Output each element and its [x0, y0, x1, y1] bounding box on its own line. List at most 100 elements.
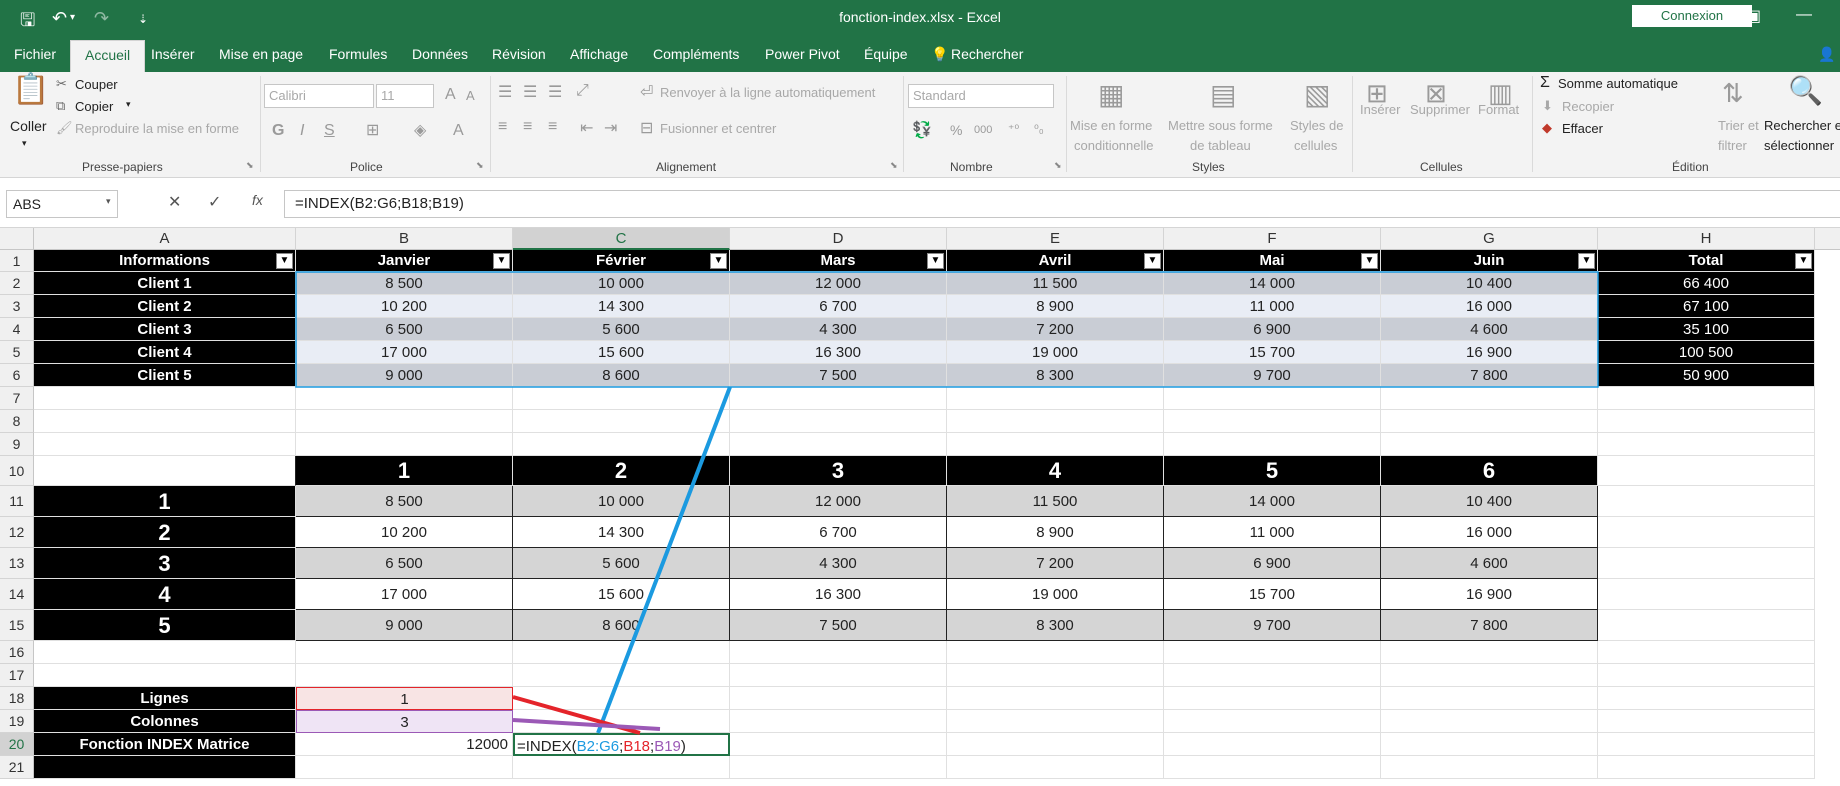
minimize-icon[interactable]: —	[1796, 6, 1812, 24]
data-cell[interactable]: 16 000	[1381, 295, 1598, 318]
data-cell[interactable]: 6 900	[1164, 318, 1381, 341]
data-cell[interactable]: 8 500	[296, 486, 513, 517]
column-header-e[interactable]: E	[947, 228, 1164, 250]
cell[interactable]	[730, 410, 947, 433]
table-header-cell[interactable]: Janvier	[296, 250, 513, 272]
cancel-icon[interactable]: ✕	[168, 192, 181, 212]
font-size-select[interactable]: 11	[376, 84, 434, 108]
data-cell[interactable]: 5 600	[513, 548, 730, 579]
data-cell[interactable]: 15 600	[513, 341, 730, 364]
cell[interactable]	[1598, 517, 1815, 548]
dialog-launcher-icon[interactable]: ⬊	[1054, 160, 1062, 171]
increase-decimal-icon[interactable]: ⁺⁰	[1008, 122, 1019, 136]
cell[interactable]	[1598, 548, 1815, 579]
filter-dropdown-icon[interactable]: ▼	[710, 253, 727, 269]
data-cell[interactable]: 4 600	[1381, 548, 1598, 579]
cell[interactable]	[1164, 710, 1381, 733]
data-cell[interactable]: 9 700	[1164, 610, 1381, 641]
cell[interactable]	[1381, 756, 1598, 779]
row-header[interactable]: 11	[0, 486, 34, 517]
number-format-select[interactable]: Standard	[908, 84, 1054, 108]
format-button[interactable]: Format	[1478, 102, 1519, 117]
conditional-format-icon[interactable]: ▦	[1098, 78, 1124, 111]
select-all-corner[interactable]	[0, 228, 34, 250]
column-header-f[interactable]: F	[1164, 228, 1381, 250]
data-cell[interactable]: 14 000	[1164, 272, 1381, 295]
cell[interactable]	[513, 710, 730, 733]
mise-en-forme-button-line2[interactable]: conditionnelle	[1074, 138, 1154, 153]
cell[interactable]	[296, 387, 513, 410]
cell[interactable]	[730, 387, 947, 410]
cell[interactable]	[34, 410, 296, 433]
inserer-button[interactable]: Insérer	[1360, 102, 1400, 117]
cell[interactable]	[513, 410, 730, 433]
data-cell[interactable]: 11 000	[1164, 295, 1381, 318]
tab-formules[interactable]: Formules	[329, 46, 387, 62]
align-right-icon[interactable]: ≡	[548, 118, 557, 136]
cell[interactable]	[1598, 579, 1815, 610]
column-header-a[interactable]: A	[34, 228, 296, 250]
cell[interactable]	[1164, 687, 1381, 710]
cell[interactable]	[1598, 610, 1815, 641]
search-tell-me[interactable]: Rechercher	[951, 46, 1023, 62]
colonnes-input[interactable]: 3	[296, 710, 513, 733]
row-header[interactable]: 12	[0, 517, 34, 548]
cell[interactable]	[1598, 687, 1815, 710]
data-cell[interactable]: 6 500	[296, 318, 513, 341]
row-header[interactable]: 19	[0, 710, 34, 733]
row-index-cell[interactable]: 4	[34, 579, 296, 610]
row-index-cell[interactable]: 5	[34, 610, 296, 641]
cell[interactable]	[296, 410, 513, 433]
data-cell[interactable]: 16 000	[1381, 517, 1598, 548]
row-header[interactable]: 20	[0, 733, 34, 756]
dialog-launcher-icon[interactable]: ⬊	[246, 160, 254, 171]
cell[interactable]	[730, 687, 947, 710]
worksheet-grid[interactable]: ABCDEFGH 1 2 3 4 5 6 7 8 9 10 11 12 13 14 15 16 17 18 19 20…	[0, 228, 1840, 786]
cell[interactable]	[730, 733, 947, 756]
cell[interactable]	[1598, 733, 1815, 756]
cell[interactable]	[1164, 756, 1381, 779]
table-header-cell[interactable]: Février	[513, 250, 730, 272]
row-header[interactable]: 13	[0, 548, 34, 579]
data-cell[interactable]: 6 900	[1164, 548, 1381, 579]
data-cell[interactable]: 100 500	[1598, 341, 1815, 364]
cell[interactable]	[1164, 410, 1381, 433]
tab-donnees[interactable]: Données	[412, 46, 468, 62]
data-cell[interactable]: 5 600	[513, 318, 730, 341]
data-cell[interactable]: 12 000	[730, 272, 947, 295]
data-cell[interactable]: 50 900	[1598, 364, 1815, 387]
data-cell[interactable]: 15 600	[513, 579, 730, 610]
cell[interactable]	[513, 756, 730, 779]
orientation-icon[interactable]: ⤢	[576, 82, 589, 100]
lignes-label[interactable]: Lignes	[34, 687, 296, 710]
index-label[interactable]: Fonction INDEX Matrice	[34, 733, 296, 756]
data-cell[interactable]: 6 700	[730, 295, 947, 318]
cell[interactable]	[1381, 387, 1598, 410]
table-header-cell[interactable]: Informations	[34, 250, 296, 272]
data-cell[interactable]: 8 300	[947, 610, 1164, 641]
cell[interactable]	[513, 664, 730, 687]
cell[interactable]	[1381, 687, 1598, 710]
data-cell[interactable]: 10 200	[296, 517, 513, 548]
data-cell[interactable]: 10 000	[513, 272, 730, 295]
data-cell[interactable]: 17 000	[296, 341, 513, 364]
font-color-icon[interactable]: A	[453, 122, 464, 140]
data-cell[interactable]: 35 100	[1598, 318, 1815, 341]
column-index-cell[interactable]: 6	[1381, 456, 1598, 486]
cell[interactable]	[34, 641, 296, 664]
cell[interactable]	[513, 687, 730, 710]
data-cell[interactable]: 11 500	[947, 272, 1164, 295]
colonnes-label[interactable]: Colonnes	[34, 710, 296, 733]
data-cell[interactable]: 67 100	[1598, 295, 1815, 318]
font-family-select[interactable]: Calibri	[264, 84, 374, 108]
currency-icon[interactable]: 💱	[912, 120, 932, 140]
data-cell[interactable]: 14 300	[513, 517, 730, 548]
row-header[interactable]: 4	[0, 318, 34, 341]
cell[interactable]	[1164, 664, 1381, 687]
column-index-cell[interactable]: 5	[1164, 456, 1381, 486]
align-bottom-icon[interactable]: ☰	[548, 82, 562, 102]
data-cell[interactable]: 7 800	[1381, 610, 1598, 641]
data-cell[interactable]: 16 900	[1381, 579, 1598, 610]
cell[interactable]	[513, 433, 730, 456]
cell[interactable]	[34, 664, 296, 687]
